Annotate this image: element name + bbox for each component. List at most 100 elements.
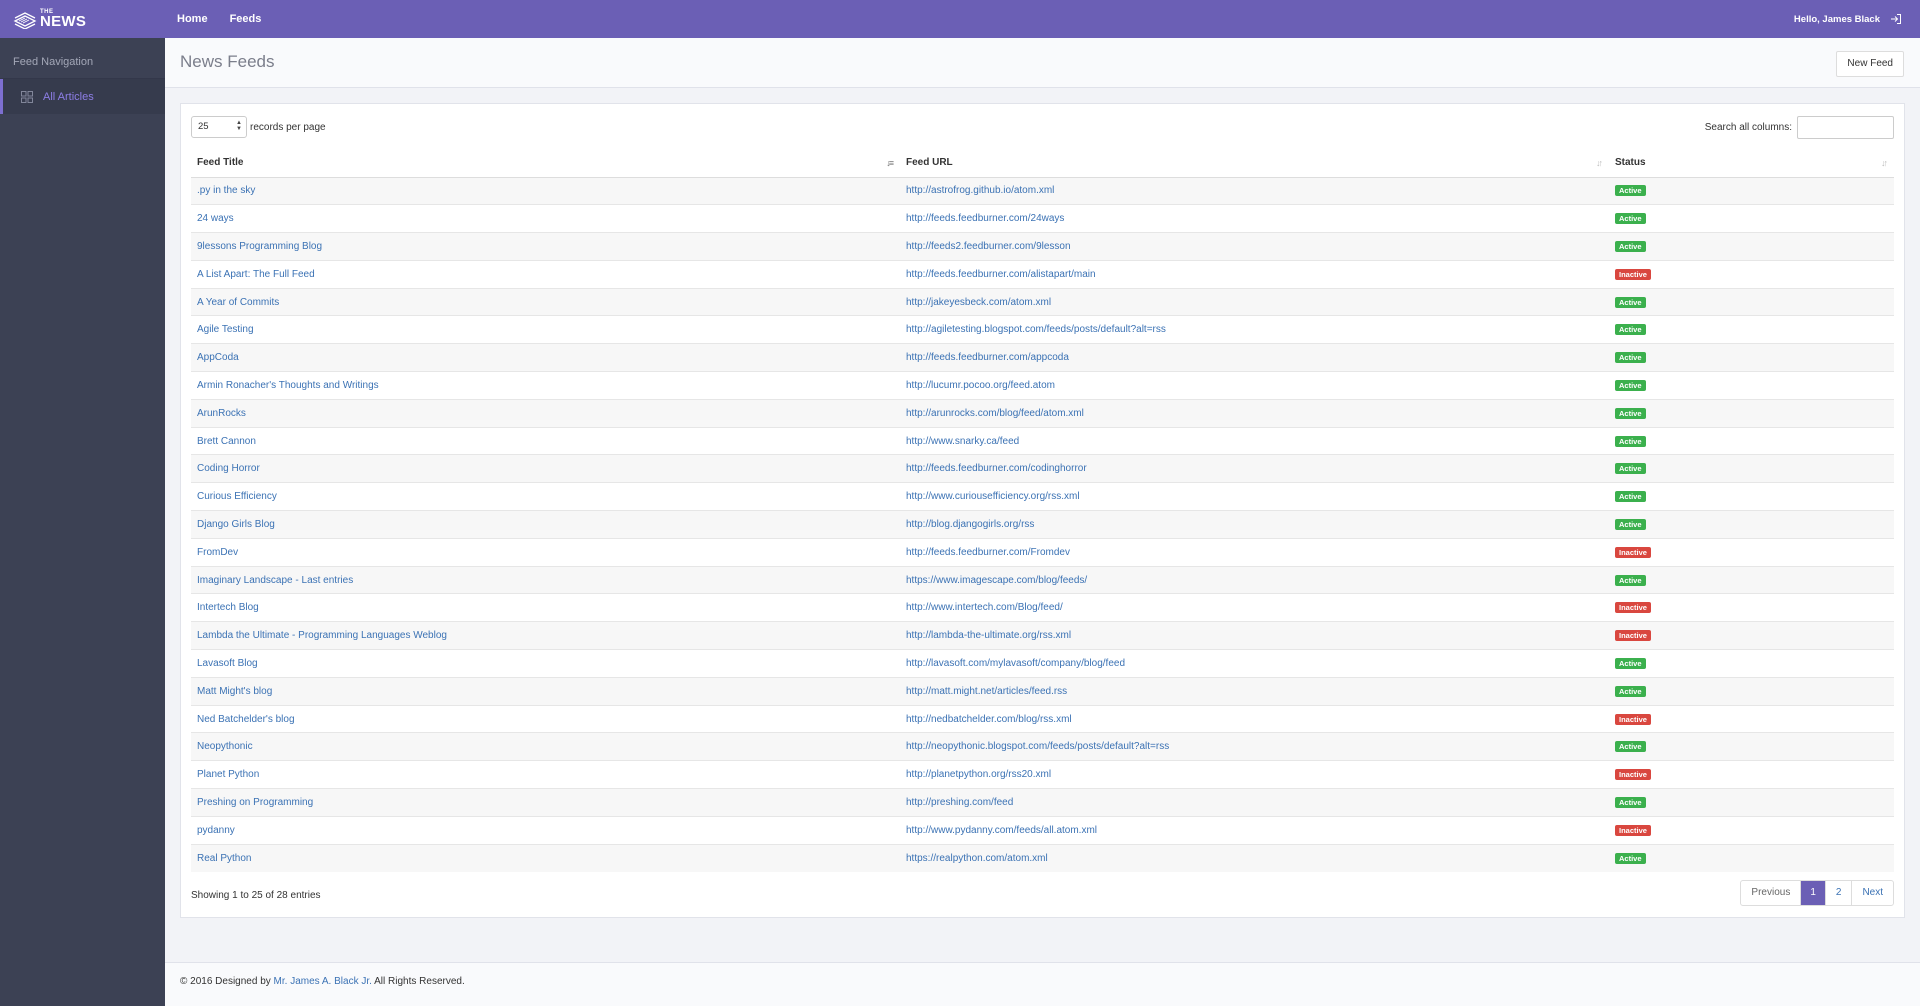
pagination-page-1[interactable]: 1	[1800, 880, 1825, 905]
feed-url-cell: http://feeds.feedburner.com/Fromdev	[900, 537, 1609, 567]
feed-title-link[interactable]: Armin Ronacher's Thoughts and Writings	[197, 380, 379, 391]
feed-url-cell: http://neopythonic.blogspot.com/feeds/po…	[900, 732, 1609, 761]
feed-title-cell: Agile Testing	[191, 315, 900, 344]
nav-home-link[interactable]: Home	[177, 13, 208, 25]
table-row: ArunRocks http://arunrocks.com/blog/feed/…	[191, 398, 1894, 428]
feed-title-link[interactable]: Curious Efficiency	[197, 491, 277, 502]
new-feed-button[interactable]: New Feed	[1836, 51, 1904, 77]
feed-url-link[interactable]: http://www.snarky.ca/feed	[906, 436, 1019, 447]
feed-title-link[interactable]: Intertech Blog	[197, 602, 259, 613]
feed-url-link[interactable]: http://lambda-the-ultimate.org/rss.xml	[906, 630, 1071, 641]
nav-feeds-link[interactable]: Feeds	[230, 13, 262, 25]
feed-url-link[interactable]: https://realpython.com/atom.xml	[906, 853, 1048, 864]
status-badge: Active	[1615, 518, 1646, 530]
feed-url-link[interactable]: http://planetpython.org/rss20.xml	[906, 769, 1051, 780]
feed-title-cell: Coding Horror	[191, 454, 900, 483]
feed-url-link[interactable]: http://matt.might.net/articles/feed.rss	[906, 686, 1067, 697]
feed-url-link[interactable]: http://preshing.com/feed	[906, 797, 1013, 808]
status-badge: Inactive	[1615, 713, 1651, 725]
feed-title-link[interactable]: Brett Cannon	[197, 436, 256, 447]
feed-title-cell: A List Apart: The Full Feed	[191, 259, 900, 289]
feed-url-link[interactable]: http://feeds.feedburner.com/appcoda	[906, 352, 1069, 363]
column-header-feed-url[interactable]: Feed URL ↓↑	[900, 149, 1609, 178]
column-header-feed-title[interactable]: Feed Title ↓≡	[191, 149, 900, 178]
feed-title-link[interactable]: .py in the sky	[197, 185, 255, 196]
pagination-previous[interactable]: Previous	[1741, 881, 1800, 905]
feeds-panel: 25 ▲ ▼ records per page Search all column…	[180, 103, 1905, 918]
feed-url-link[interactable]: http://agiletesting.blogspot.com/feeds/p…	[906, 324, 1166, 335]
feed-title-link[interactable]: Matt Might's blog	[197, 686, 272, 697]
feed-url-cell: http://lucumr.pocoo.org/feed.atom	[900, 371, 1609, 400]
feed-url-link[interactable]: http://jakeyesbeck.com/atom.xml	[906, 297, 1051, 308]
feed-url-link[interactable]: http://lavasoft.com/mylavasoft/company/b…	[906, 658, 1125, 669]
feed-title-link[interactable]: AppCoda	[197, 352, 239, 363]
table-row: Agile Testing http://agiletesting.blogspo…	[191, 315, 1894, 344]
user-greeting[interactable]: Hello, James Black	[1794, 14, 1880, 25]
feed-title-link[interactable]: Preshing on Programming	[197, 797, 313, 808]
feed-title-link[interactable]: 9lessons Programming Blog	[197, 241, 322, 252]
feed-url-link[interactable]: http://feeds.feedburner.com/24ways	[906, 213, 1064, 224]
status-badge: Inactive	[1615, 546, 1651, 558]
feed-url-link[interactable]: http://www.intertech.com/Blog/feed/	[906, 602, 1063, 613]
page-header: News Feeds New Feed	[165, 38, 1920, 88]
feed-url-cell: http://jakeyesbeck.com/atom.xml	[900, 287, 1609, 316]
feed-url-link[interactable]: http://lucumr.pocoo.org/feed.atom	[906, 380, 1055, 391]
feed-title-link[interactable]: A Year of Commits	[197, 297, 279, 308]
feed-title-cell: Matt Might's blog	[191, 676, 900, 706]
feed-title-link[interactable]: A List Apart: The Full Feed	[197, 269, 315, 280]
status-badge: Active	[1615, 852, 1646, 864]
feed-url-link[interactable]: http://feeds.feedburner.com/codinghorror	[906, 463, 1087, 474]
feed-title-link[interactable]: Coding Horror	[197, 463, 260, 474]
feed-url-link[interactable]: http://feeds.feedburner.com/alistapart/m…	[906, 269, 1096, 280]
pagination-page-2[interactable]: 2	[1824, 880, 1852, 905]
select-arrows-icon: ▲ ▼	[236, 120, 242, 132]
status-cell: Active	[1609, 398, 1894, 428]
feed-title-link[interactable]: Django Girls Blog	[197, 519, 275, 530]
table-row: FromDev http://feeds.feedburner.com/Fromd…	[191, 537, 1894, 567]
feed-url-cell: https://realpython.com/atom.xml	[900, 843, 1609, 872]
feed-url-link[interactable]: http://nedbatchelder.com/blog/rss.xml	[906, 714, 1072, 725]
feed-title-link[interactable]: Real Python	[197, 853, 251, 864]
status-badge: Active	[1615, 657, 1646, 669]
footer-author-link[interactable]: Mr. James A. Black Jr.	[274, 976, 372, 987]
feed-title-link[interactable]: Lavasoft Blog	[197, 658, 258, 669]
table-row: AppCoda http://feeds.feedburner.com/appco…	[191, 343, 1894, 372]
status-badge: Inactive	[1615, 630, 1651, 642]
search-input[interactable]	[1797, 116, 1894, 139]
feed-title-link[interactable]: Imaginary Landscape - Last entries	[197, 575, 353, 586]
site-footer: © 2016 Designed by Mr. James A. Black Jr…	[165, 962, 1920, 1006]
table-row: Lavasoft Blog http://lavasoft.com/mylavas…	[191, 649, 1894, 678]
feed-url-cell: http://feeds.feedburner.com/codinghorror	[900, 454, 1609, 483]
pagination: Previous 1 2 Next	[1740, 879, 1894, 906]
records-per-page-select[interactable]: 25 ▲ ▼	[191, 116, 247, 138]
feed-url-link[interactable]: https://www.imagescape.com/blog/feeds/	[906, 575, 1087, 586]
feed-url-link[interactable]: http://feeds2.feedburner.com/9lesson	[906, 241, 1071, 252]
column-header-status[interactable]: Status ↓↑	[1609, 149, 1894, 178]
feed-title-link[interactable]: FromDev	[197, 547, 238, 558]
table-row: A Year of Commits http://jakeyesbeck.com/…	[191, 287, 1894, 316]
feed-url-link[interactable]: http://neopythonic.blogspot.com/feeds/po…	[906, 741, 1169, 752]
feed-title-link[interactable]: ArunRocks	[197, 408, 246, 419]
pagination-next[interactable]: Next	[1851, 880, 1893, 905]
sidebar-item-all-articles[interactable]: All Articles	[0, 79, 165, 114]
feed-title-link[interactable]: Agile Testing	[197, 324, 254, 335]
feed-url-cell: http://preshing.com/feed	[900, 788, 1609, 817]
brand-logo[interactable]: THE NEWS	[0, 9, 165, 29]
feed-url-link[interactable]: http://arunrocks.com/blog/feed/atom.xml	[906, 408, 1084, 419]
feed-url-link[interactable]: http://www.pydanny.com/feeds/all.atom.xm…	[906, 825, 1097, 836]
table-row: 24 ways http://feeds.feedburner.com/24way…	[191, 204, 1894, 233]
feed-title-link[interactable]: Planet Python	[197, 769, 259, 780]
feed-title-link[interactable]: Lambda the Ultimate - Programming Langua…	[197, 630, 447, 641]
feed-title-cell: Lavasoft Blog	[191, 649, 900, 678]
feed-title-link[interactable]: 24 ways	[197, 213, 234, 224]
feed-title-link[interactable]: Neopythonic	[197, 741, 253, 752]
status-badge: Active	[1615, 463, 1646, 475]
feed-url-link[interactable]: http://blog.djangogirls.org/rss	[906, 519, 1034, 530]
status-cell: Active	[1609, 287, 1894, 316]
feed-title-link[interactable]: pydanny	[197, 825, 235, 836]
logout-icon[interactable]	[1890, 13, 1902, 25]
feed-url-link[interactable]: http://www.curiousefficiency.org/rss.xml	[906, 491, 1080, 502]
feed-url-link[interactable]: http://feeds.feedburner.com/Fromdev	[906, 547, 1070, 558]
feed-title-link[interactable]: Ned Batchelder's blog	[197, 714, 295, 725]
feed-url-link[interactable]: http://astrofrog.github.io/atom.xml	[906, 185, 1054, 196]
